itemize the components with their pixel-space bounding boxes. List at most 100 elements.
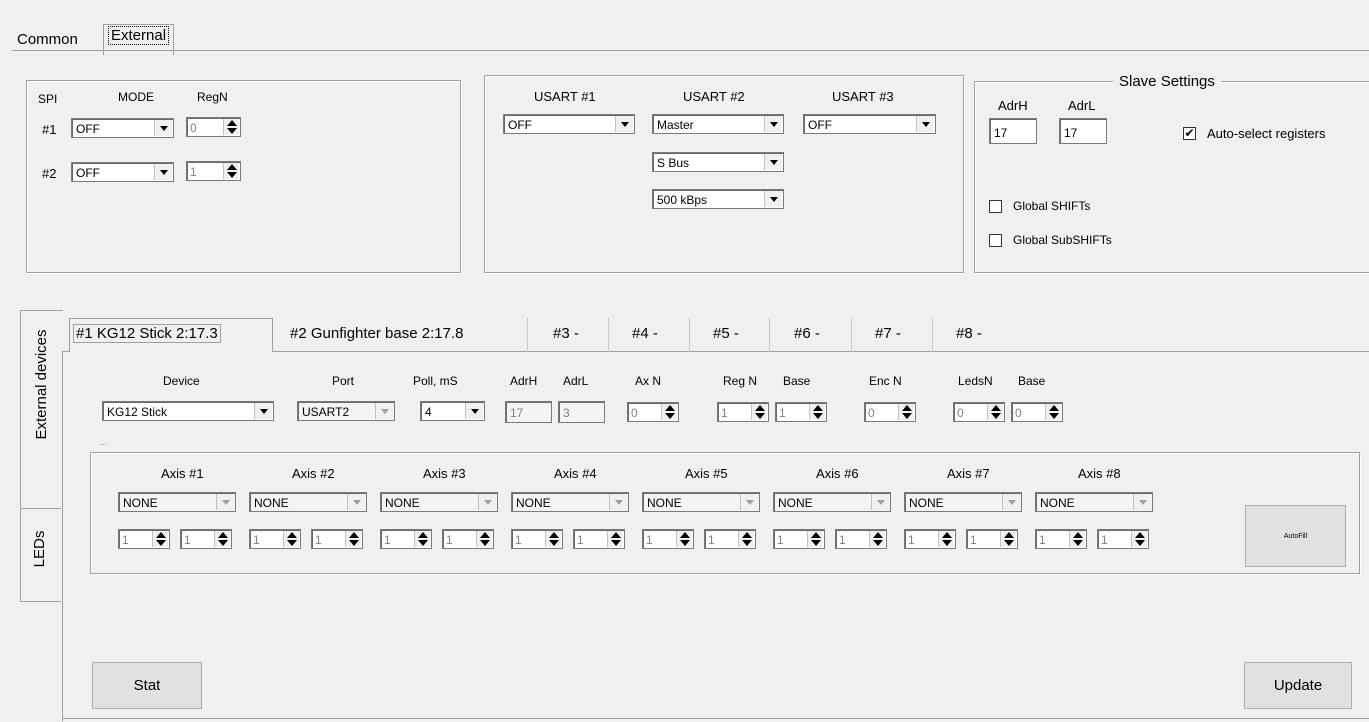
global-shifts-label: Global SHIFTs — [1013, 199, 1091, 213]
axis-4-select[interactable]: NONE — [511, 492, 629, 512]
poll-label: Poll, mS — [413, 374, 458, 388]
axis-3-spinner-1[interactable]: 1 — [380, 529, 432, 549]
axis-8-select[interactable]: NONE — [1035, 492, 1153, 512]
poll-select[interactable]: 4 — [420, 401, 485, 421]
device-select[interactable]: KG12 Stick — [102, 401, 274, 421]
axis-5-value: NONE — [647, 496, 682, 510]
axis-6-select[interactable]: NONE — [773, 492, 891, 512]
spi-1-regn-spinner[interactable]: 0 — [186, 117, 241, 137]
axis-1-spinner-2[interactable]: 1 — [180, 529, 232, 549]
usart-1-value: OFF — [508, 118, 532, 132]
axis-5-spinner-1[interactable]: 1 — [642, 529, 694, 549]
spi-regn-header: RegN — [197, 90, 228, 104]
spi-2-regn-spinner[interactable]: 1 — [186, 161, 241, 181]
port-select[interactable]: USART2 — [297, 401, 395, 421]
update-button[interactable]: Update — [1244, 662, 1352, 709]
usart-2-speed-select[interactable]: 500 kBps — [652, 189, 784, 209]
axis-7-select[interactable]: NONE — [904, 492, 1022, 512]
axis-7-spinner-1[interactable]: 1 — [904, 529, 956, 549]
axis-1-spinner-1[interactable]: 1 — [118, 529, 170, 549]
axis-4-label: Axis #4 — [554, 466, 597, 481]
axis-spinner-value: 1 — [970, 533, 977, 547]
spi-1-regn-value: 0 — [190, 121, 197, 135]
side-tab-leds[interactable]: LEDs — [20, 508, 61, 602]
axis-3-spinner-2[interactable]: 1 — [442, 529, 494, 549]
axis-6-label: Axis #6 — [816, 466, 859, 481]
device-tab-7[interactable]: #7 - — [875, 315, 901, 351]
device-adrl-input[interactable]: 3 — [558, 401, 605, 423]
axis-2-spinner-1[interactable]: 1 — [249, 529, 301, 549]
axis-2-spinner-2[interactable]: 1 — [311, 529, 363, 549]
slave-adrh-label: AdrH — [998, 98, 1028, 113]
spin-arrows-icon — [1045, 404, 1061, 420]
axis-2-value: NONE — [254, 496, 289, 510]
chevron-down-icon — [1002, 494, 1020, 510]
chevron-down-icon — [609, 494, 627, 510]
encn-value: 0 — [868, 406, 875, 420]
axis-spinner-value: 1 — [777, 533, 784, 547]
slave-adrh-input[interactable]: 17 — [989, 118, 1037, 144]
usart-2-select[interactable]: Master — [652, 114, 784, 134]
device-tab-6[interactable]: #6 - — [794, 315, 820, 351]
base-label: Base — [783, 374, 811, 388]
slave-adrl-label: AdrL — [1068, 98, 1096, 113]
device-tab-4[interactable]: #4 - — [632, 315, 658, 351]
device-tab-2[interactable]: #2 Gunfighter base 2:17.8 — [290, 315, 463, 351]
auto-select-checkbox[interactable]: ✔ — [1183, 127, 1196, 140]
device-tab-3[interactable]: #3 - — [553, 315, 579, 351]
chevron-down-icon — [154, 120, 172, 136]
axis-7-value: NONE — [909, 496, 944, 510]
usart-2-protocol-select[interactable]: S Bus — [652, 152, 784, 172]
axis-4-spinner-1[interactable]: 1 — [511, 529, 563, 549]
base2-spinner[interactable]: 0 — [1011, 402, 1063, 422]
base-spinner[interactable]: 1 — [775, 402, 827, 422]
spi-row-1-label: #1 — [42, 122, 57, 137]
ledsn-spinner[interactable]: 0 — [953, 402, 1005, 422]
axis-spinner-value: 1 — [315, 533, 322, 547]
tab-common[interactable]: Common — [13, 29, 82, 50]
spi-row-2-label: #2 — [42, 166, 57, 181]
axis-6-spinner-2[interactable]: 1 — [835, 529, 887, 549]
chevron-down-icon — [740, 494, 758, 510]
axn-spinner[interactable]: 0 — [627, 402, 679, 422]
axis-3-select[interactable]: NONE — [380, 492, 498, 512]
encn-spinner[interactable]: 0 — [864, 402, 916, 422]
global-shifts-checkbox[interactable] — [989, 200, 1002, 213]
spi-header: SPI — [38, 92, 58, 106]
device-tab-8[interactable]: #8 - — [956, 315, 982, 351]
usart-2-protocol-value: S Bus — [657, 156, 690, 170]
usart-1-select[interactable]: OFF — [503, 114, 635, 134]
spin-arrows-icon — [414, 531, 430, 547]
axis-4-spinner-2[interactable]: 1 — [573, 529, 625, 549]
tab-page-border — [12, 50, 1369, 51]
axis-6-spinner-1[interactable]: 1 — [773, 529, 825, 549]
autofill-button[interactable]: AutoFill — [1245, 505, 1346, 567]
axis-8-spinner-1[interactable]: 1 — [1035, 529, 1087, 549]
axis-3-value: NONE — [385, 496, 420, 510]
axis-1-select[interactable]: NONE — [118, 492, 236, 512]
spi-2-mode-select[interactable]: OFF — [71, 162, 174, 182]
slave-adrl-input[interactable]: 17 — [1059, 118, 1107, 144]
axis-5-spinner-2[interactable]: 1 — [704, 529, 756, 549]
stat-button[interactable]: Stat — [92, 662, 202, 709]
spin-arrows-icon — [738, 531, 754, 547]
global-subshifts-checkbox[interactable] — [989, 234, 1002, 247]
axis-7-spinner-2[interactable]: 1 — [966, 529, 1018, 549]
chevron-down-icon — [465, 403, 483, 419]
side-tab-external-devices[interactable]: External devices — [20, 310, 63, 508]
chevron-down-icon — [1133, 494, 1151, 510]
device-adrh-input[interactable]: 17 — [505, 401, 552, 423]
axis-5-select[interactable]: NONE — [642, 492, 760, 512]
device-tab-5[interactable]: #5 - — [713, 315, 739, 351]
usart-3-select[interactable]: OFF — [803, 114, 936, 134]
axis-8-spinner-2[interactable]: 1 — [1097, 529, 1149, 549]
usart-3-label: USART #3 — [832, 89, 894, 104]
side-tab-external-devices-label: External devices — [33, 329, 50, 440]
spin-arrows-icon — [545, 531, 561, 547]
axis-2-select[interactable]: NONE — [249, 492, 367, 512]
regn-spinner[interactable]: 1 — [717, 402, 769, 422]
device-value: KG12 Stick — [107, 405, 168, 419]
device-adrl-label: AdrL — [563, 374, 589, 388]
spi-1-mode-select[interactable]: OFF — [71, 118, 174, 138]
axis-5-label: Axis #5 — [685, 466, 728, 481]
